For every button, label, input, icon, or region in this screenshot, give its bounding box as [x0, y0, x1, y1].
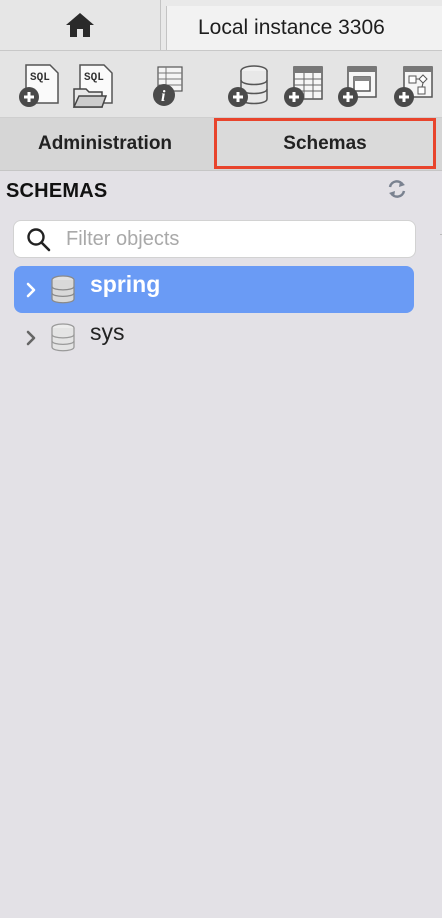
refresh-button[interactable] [386, 178, 408, 200]
create-view-button[interactable] [336, 63, 380, 109]
sidebar-tabs: Administration Schemas [0, 118, 442, 171]
schema-item-sys[interactable]: sys [14, 314, 414, 361]
create-procedure-icon [394, 66, 433, 107]
create-table-icon [284, 66, 323, 107]
schema-item-spring[interactable]: spring [14, 266, 414, 313]
tab-administration[interactable]: Administration [0, 118, 210, 170]
database-icon [51, 275, 75, 304]
inspector-button[interactable]: i [146, 63, 190, 109]
inspector-info-icon: i [153, 66, 183, 106]
search-icon [27, 228, 51, 252]
svg-text:SQL: SQL [84, 72, 104, 84]
instance-tab-label: Local instance 3306 [198, 16, 385, 39]
schemas-heading: SCHEMAS [6, 180, 108, 202]
home-tab[interactable] [0, 0, 161, 50]
open-sql-script-button[interactable]: SQL [72, 63, 116, 109]
svg-text:i: i [161, 88, 166, 105]
tab-local-instance[interactable]: Local instance 3306 [166, 6, 442, 50]
create-schema-icon [228, 65, 268, 107]
open-sql-script-icon: SQL [72, 64, 113, 108]
create-procedure-button[interactable] [392, 63, 436, 109]
create-table-button[interactable] [282, 63, 326, 109]
tab-schemas-label: Schemas [283, 132, 367, 154]
filter-objects-input[interactable] [66, 226, 396, 252]
svg-text:SQL: SQL [30, 72, 50, 84]
database-icon [51, 323, 75, 352]
schema-item-label: spring [90, 271, 161, 297]
create-view-icon [338, 66, 377, 107]
tab-administration-label: Administration [37, 133, 173, 154]
title-bar: Local instance 3306 [0, 0, 442, 51]
new-sql-tab-button[interactable]: SQL [16, 63, 60, 109]
home-icon [66, 13, 94, 37]
chevron-right-icon[interactable] [24, 329, 38, 347]
filter-box [13, 220, 416, 258]
toolbar: SQL SQL i [0, 51, 442, 118]
new-sql-tab-icon: SQL [19, 64, 59, 107]
tab-schemas[interactable]: Schemas [214, 118, 436, 169]
chevron-right-icon[interactable] [24, 281, 38, 299]
schema-item-label: sys [90, 319, 125, 345]
create-schema-button[interactable] [226, 63, 270, 109]
refresh-icon [388, 180, 406, 198]
